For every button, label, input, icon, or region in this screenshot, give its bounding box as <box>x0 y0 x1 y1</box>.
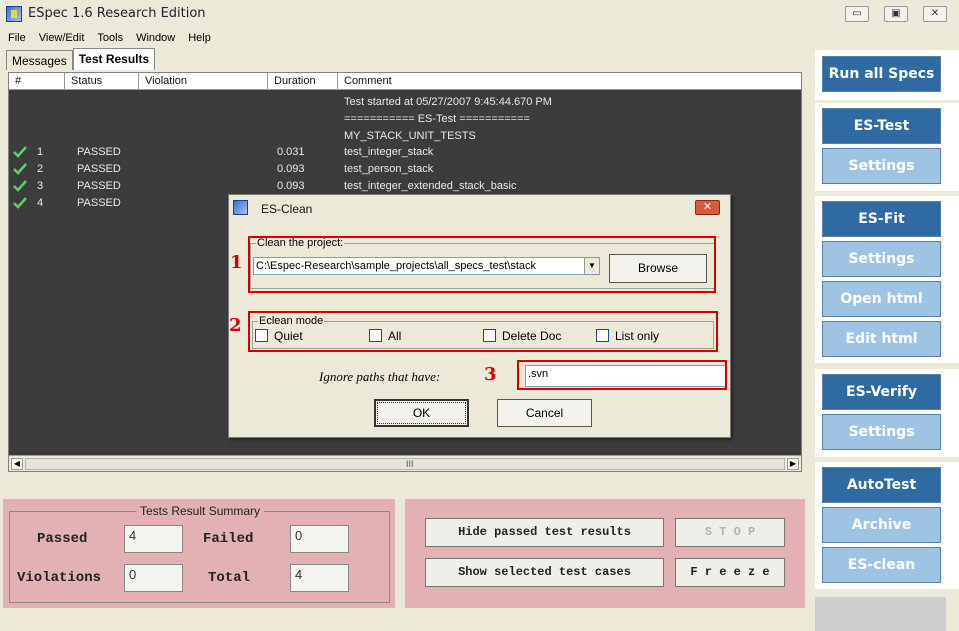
summary-legend: Tests Result Summary <box>136 504 265 518</box>
failed-label: Failed <box>203 531 254 547</box>
check-icon <box>13 180 27 192</box>
row-duration: 0.031 <box>277 146 305 158</box>
row-duration: 0.093 <box>277 163 305 175</box>
maximize-button[interactable]: ▣ <box>884 6 908 22</box>
col-duration[interactable]: Duration <box>268 73 338 90</box>
passed-value: 4 <box>124 525 183 553</box>
es-fit-button[interactable]: ES-Fit <box>822 201 941 237</box>
dialog-title: ES-Clean <box>261 202 313 216</box>
sidebar-group-verify: ES-Verify Settings <box>815 369 959 457</box>
menu-file[interactable]: File <box>0 30 31 46</box>
col-comment[interactable]: Comment <box>338 73 801 90</box>
run-all-specs-button[interactable]: Run all Specs <box>822 56 941 92</box>
total-label: Total <box>208 570 251 586</box>
table-row[interactable]: 3 PASSED 0.093 test_integer_extended_sta… <box>9 178 801 195</box>
es-clean-button[interactable]: ES-clean <box>822 547 941 583</box>
summary-panel: Tests Result Summary Passed 4 Failed 0 V… <box>3 499 395 608</box>
check-icon <box>13 197 27 209</box>
es-verify-settings-button[interactable]: Settings <box>822 414 941 450</box>
tab-strip: Messages Test Results <box>6 48 156 70</box>
sidebar-footer <box>815 597 946 631</box>
log-line: =========== ES-Test =========== <box>344 113 530 125</box>
row-status: PASSED <box>77 146 121 158</box>
close-button[interactable]: ✕ <box>923 6 947 22</box>
show-selected-button[interactable]: Show selected test cases <box>425 558 664 587</box>
row-status: PASSED <box>77 180 121 192</box>
minimize-button[interactable]: ▭ <box>845 6 869 22</box>
sidebar-group-tools: AutoTest Archive ES-clean <box>815 462 959 589</box>
row-duration: 0.093 <box>277 180 305 192</box>
annotation-box-2 <box>248 311 718 352</box>
row-number: 4 <box>37 197 44 209</box>
violations-label: Violations <box>17 570 102 586</box>
dialog-app-icon <box>233 200 248 215</box>
row-number: 2 <box>37 163 44 175</box>
table-row[interactable]: 2 PASSED 0.093 test_person_stack <box>9 161 801 178</box>
menu-window[interactable]: Window <box>128 30 180 46</box>
sidebar-group-test: ES-Test Settings <box>815 103 959 191</box>
check-icon <box>13 163 27 175</box>
menu-help[interactable]: Help <box>180 30 216 46</box>
log-line: MY_STACK_UNIT_TESTS <box>344 130 476 142</box>
edit-html-button[interactable]: Edit html <box>822 321 941 357</box>
scroll-thumb[interactable]: III <box>25 458 785 470</box>
annotation-label-3: 3 <box>484 364 497 385</box>
row-comment: test_integer_extended_stack_basic <box>344 180 517 192</box>
annotation-label-1: 1 <box>230 252 243 273</box>
actions-panel: Hide passed test results S T O P Show se… <box>405 499 805 608</box>
total-value: 4 <box>290 564 349 592</box>
failed-value: 0 <box>290 525 349 553</box>
dialog-close-icon[interactable]: ✕ <box>695 200 720 215</box>
sidebar: Run all Specs ES-Test Settings ES-Fit Se… <box>815 46 959 631</box>
summary-box: Tests Result Summary Passed 4 Failed 0 V… <box>9 504 390 603</box>
sidebar-group-run: Run all Specs <box>815 50 959 100</box>
es-verify-button[interactable]: ES-Verify <box>822 374 941 410</box>
row-comment: test_integer_stack <box>344 146 434 158</box>
es-test-button[interactable]: ES-Test <box>822 108 941 144</box>
window-title: ESpec 1.6 Research Edition <box>28 6 206 21</box>
row-comment: test_person_stack <box>344 163 434 175</box>
scroll-grip-icon: III <box>406 459 414 469</box>
app-icon <box>6 6 22 22</box>
scroll-left-icon[interactable]: ◀ <box>11 458 23 470</box>
stop-button[interactable]: S T O P <box>675 518 785 547</box>
annotation-box-3 <box>517 360 727 390</box>
title-bar: ESpec 1.6 Research Edition ▭ ▣ ✕ <box>0 0 959 30</box>
results-header: # Status Violation Duration Comment <box>9 73 801 90</box>
ok-button[interactable]: OK <box>374 399 469 427</box>
menu-tools[interactable]: Tools <box>89 30 128 46</box>
tab-messages[interactable]: Messages <box>6 50 73 70</box>
es-fit-settings-button[interactable]: Settings <box>822 241 941 277</box>
horizontal-scrollbar[interactable]: ◀ III ▶ <box>9 455 801 471</box>
tab-test-results[interactable]: Test Results <box>72 48 156 70</box>
ignore-paths-label: Ignore paths that have: <box>319 369 441 384</box>
row-status: PASSED <box>77 163 121 175</box>
archive-button[interactable]: Archive <box>822 507 941 543</box>
row-number: 1 <box>37 146 44 158</box>
annotation-label-2: 2 <box>229 315 242 336</box>
col-number[interactable]: # <box>9 73 65 90</box>
autotest-button[interactable]: AutoTest <box>822 467 941 503</box>
menu-bar: File View/Edit Tools Window Help <box>0 30 216 46</box>
cancel-button[interactable]: Cancel <box>497 399 592 427</box>
sidebar-group-fit: ES-Fit Settings Open html Edit html <box>815 196 959 363</box>
check-icon <box>13 146 27 158</box>
annotation-box-1 <box>248 236 716 293</box>
open-html-button[interactable]: Open html <box>822 281 941 317</box>
col-status[interactable]: Status <box>65 73 139 90</box>
freeze-button[interactable]: F r e e z e <box>675 558 785 587</box>
hide-passed-button[interactable]: Hide passed test results <box>425 518 664 547</box>
scroll-right-icon[interactable]: ▶ <box>787 458 799 470</box>
violations-value: 0 <box>124 564 183 592</box>
row-status: PASSED <box>77 197 121 209</box>
dialog-title-bar: ES-Clean ✕ <box>229 195 730 221</box>
log-line: Test started at 05/27/2007 9:45:44.670 P… <box>344 96 552 108</box>
table-row[interactable]: 1 PASSED 0.031 test_integer_stack <box>9 144 801 161</box>
row-number: 3 <box>37 180 44 192</box>
es-test-settings-button[interactable]: Settings <box>822 148 941 184</box>
menu-view-edit[interactable]: View/Edit <box>31 30 90 46</box>
passed-label: Passed <box>37 531 88 547</box>
col-violation[interactable]: Violation <box>139 73 268 90</box>
